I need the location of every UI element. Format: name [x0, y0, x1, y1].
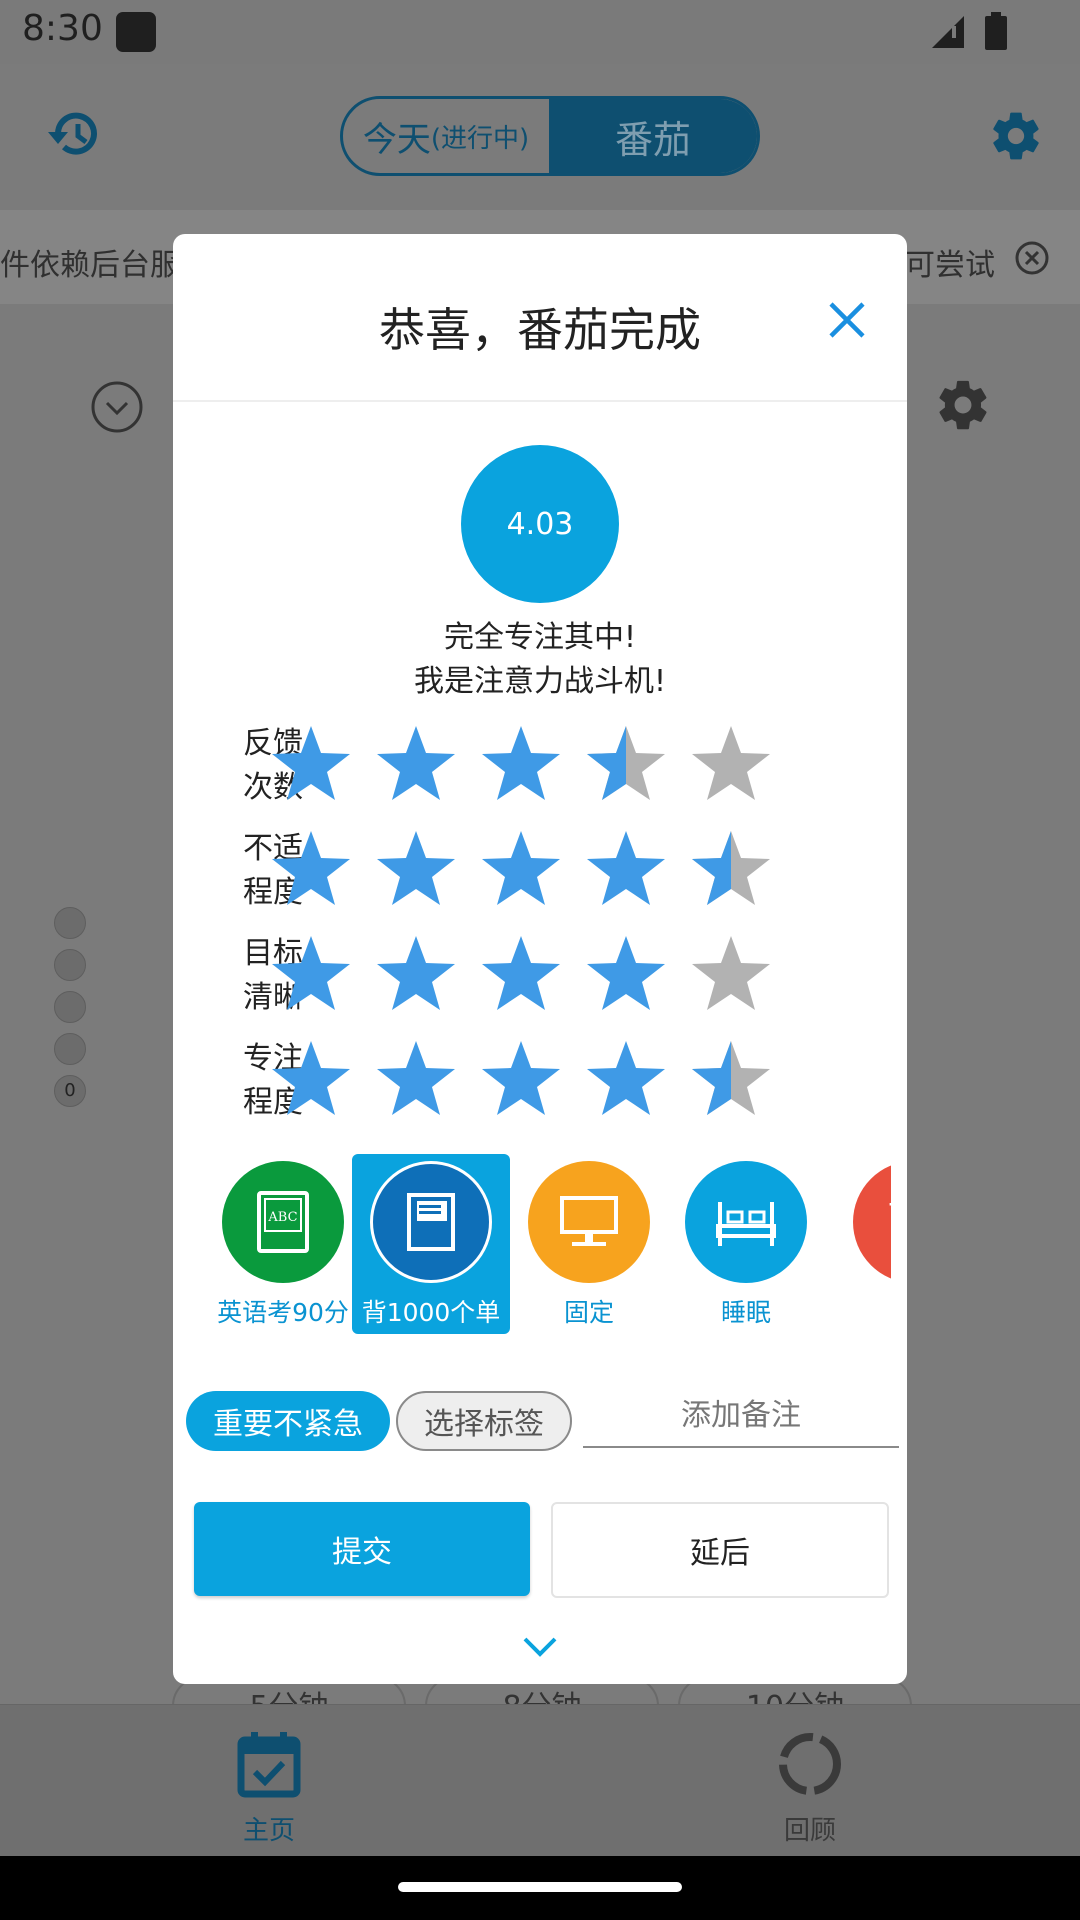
tag-item-selected[interactable]: 背1000个单 [352, 1154, 510, 1334]
expand-circle-icon[interactable] [90, 380, 144, 434]
submit-button[interactable]: 提交 [194, 1502, 530, 1596]
history-icon[interactable] [44, 106, 104, 162]
rating-star[interactable] [689, 829, 773, 909]
comment-line-1: 完全专注其中! [443, 620, 637, 655]
notice-text-left: 件依赖后台服 [0, 248, 180, 283]
calendar-check-icon [237, 1732, 301, 1798]
note-input[interactable] [583, 1384, 899, 1448]
tag-name: 洋 [835, 1293, 891, 1329]
tag-item[interactable]: 睡眠 [667, 1154, 825, 1334]
rating-star[interactable] [374, 724, 458, 804]
tag-name: 英语考90分 [217, 1298, 349, 1327]
toggle-today-sub: (进行中) [430, 123, 530, 154]
dialog-title: 恭喜，番茄完成 [379, 303, 701, 357]
rating-star[interactable] [689, 724, 773, 804]
rating-star[interactable] [374, 829, 458, 909]
rating-star[interactable] [479, 934, 563, 1014]
battery-icon [985, 12, 1007, 50]
nav-home-label: 主页 [242, 1816, 295, 1846]
nav-review-label: 回顾 [783, 1816, 836, 1846]
rating-star[interactable] [479, 829, 563, 909]
nav-home[interactable]: 主页 [209, 1730, 329, 1847]
tag-item-clipped[interactable]: W 洋 [835, 1154, 891, 1334]
progress-dot [54, 1033, 86, 1065]
progress-dot [54, 907, 86, 939]
delay-button[interactable]: 延后 [551, 1502, 889, 1598]
settings-gear-icon[interactable] [988, 108, 1044, 164]
abc-book-icon: ABC [222, 1161, 344, 1283]
home-gesture-handle[interactable] [398, 1882, 682, 1892]
title-divider [173, 400, 907, 402]
status-bar: 8:30 [0, 0, 1080, 64]
progress-count-badge: 0 [54, 1075, 86, 1107]
focus-score-value: 4.03 [506, 506, 574, 542]
rating-star[interactable] [584, 829, 668, 909]
rating-star[interactable] [269, 1039, 353, 1119]
bottom-nav [0, 1704, 1080, 1857]
svg-text:ABC: ABC [267, 1210, 297, 1225]
rating-star[interactable] [584, 934, 668, 1014]
pomodoro-complete-dialog: 恭喜，番茄完成 4.03 完全专注其中! 我是注意力战斗机! 反馈 次数 不适 … [173, 234, 907, 1684]
signal-icon [932, 16, 964, 48]
chevron-down-icon[interactable] [521, 1634, 559, 1660]
rating-star[interactable] [689, 1039, 773, 1119]
book-icon [370, 1161, 492, 1283]
notification-icon [116, 12, 156, 52]
monitor-icon [528, 1161, 650, 1283]
rating-star[interactable] [269, 934, 353, 1014]
rating-star[interactable] [584, 1039, 668, 1119]
loading-ring-icon [779, 1733, 841, 1795]
toggle-tomato-label: 番茄 [614, 117, 691, 162]
rating-star[interactable] [374, 1039, 458, 1119]
comment-line-2: 我是注意力战斗机! [413, 664, 667, 699]
wiki-icon: W [853, 1161, 891, 1283]
notice-text-right: 可尝试 [905, 248, 995, 283]
view-toggle: 今天 (进行中) 番茄 [340, 96, 760, 176]
progress-dot [54, 949, 86, 981]
nav-review[interactable]: 回顾 [750, 1730, 870, 1847]
tag-name: 背1000个单 [361, 1298, 501, 1327]
rating-star[interactable] [479, 724, 563, 804]
score-comment: 完全专注其中! 我是注意力战斗机! [173, 616, 907, 704]
rating-star[interactable] [374, 934, 458, 1014]
rating-star[interactable] [689, 934, 773, 1014]
rating-star[interactable] [584, 724, 668, 804]
rating-star[interactable] [269, 724, 353, 804]
system-nav-bar [0, 1856, 1080, 1920]
select-tag-chip[interactable]: 选择标签 [396, 1391, 572, 1451]
rating-star[interactable] [479, 1039, 563, 1119]
focus-score-circle: 4.03 [461, 445, 619, 603]
tag-name: 睡眠 [720, 1298, 771, 1327]
tag-item[interactable]: ABC 英语考90分 [204, 1154, 362, 1334]
progress-dot [54, 991, 86, 1023]
tag-item[interactable]: 固定 [510, 1154, 668, 1334]
tag-name: 固定 [563, 1298, 614, 1327]
priority-chip[interactable]: 重要不紧急 [186, 1391, 390, 1451]
rating-star[interactable] [269, 829, 353, 909]
toggle-today[interactable]: 今天 (进行中) [343, 99, 549, 173]
close-circle-icon[interactable] [1014, 240, 1050, 276]
close-icon[interactable] [823, 296, 871, 344]
bed-icon [685, 1161, 807, 1283]
task-settings-icon[interactable] [934, 376, 992, 434]
toggle-today-label: 今天 [362, 119, 431, 160]
toggle-tomato[interactable]: 番茄 [549, 99, 757, 173]
status-time: 8:30 [22, 8, 103, 49]
